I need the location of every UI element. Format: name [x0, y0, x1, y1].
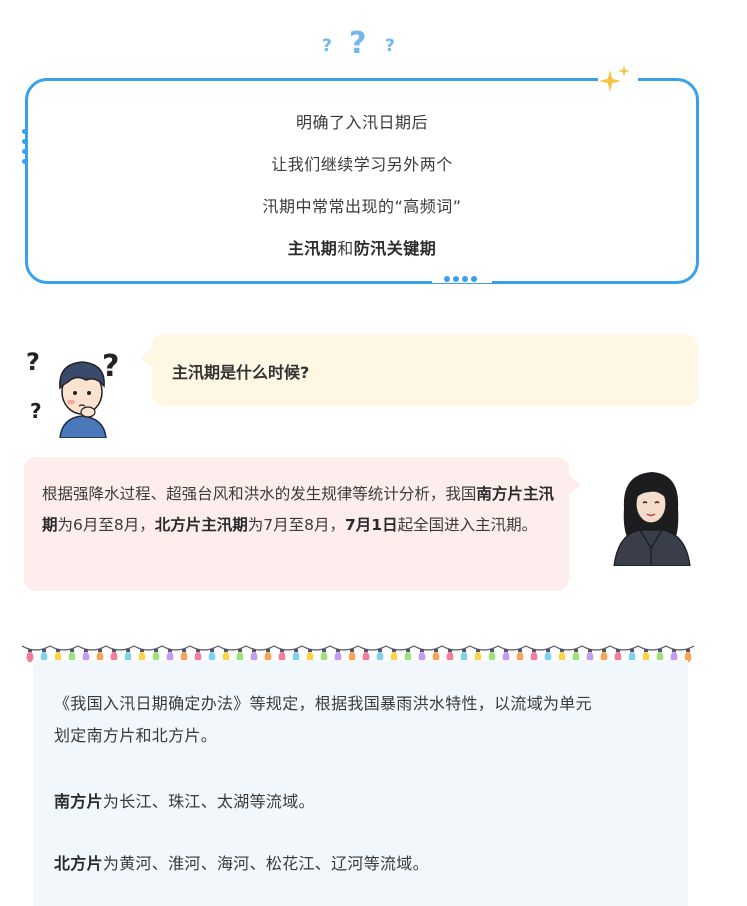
light-bulb-cap [196, 649, 200, 652]
light-bulb-cap [336, 649, 340, 652]
light-bulb-cap [238, 649, 242, 652]
light-bulb-cap [588, 649, 592, 652]
light-bulb-cap [672, 649, 676, 652]
light-bulb-cap [532, 649, 536, 652]
south-region-line: 南方片为长江、珠江、太湖等流域。 [54, 788, 315, 812]
intro-line-4: 主汛期和防汛关键期 [28, 235, 696, 259]
intro-line-1: 明确了入汛日期后 [295, 113, 428, 132]
light-bulb-cap [518, 649, 522, 652]
answer-start-date: 7月1日 [345, 516, 398, 534]
small-question-mark-icon: ? [322, 36, 332, 56]
answer-part-4: 起全国进入主汛期。 [397, 516, 538, 534]
light-bulb-cap [406, 649, 410, 652]
svg-text:?: ? [26, 348, 40, 376]
answer-bubble: 根据强降水过程、超强台风和洪水的发生规律等统计分析，我国南方片主汛期为6月至8月… [24, 457, 581, 591]
north-region-label: 北方片 [54, 854, 103, 873]
light-bulb-cap [686, 649, 690, 652]
light-bulb-cap [616, 649, 620, 652]
light-bulb-cap [350, 649, 354, 652]
light-bulb-cap [112, 649, 116, 652]
light-bulb-cap [28, 649, 32, 652]
north-region-text: 为黄河、淮河、海河、松花江、辽河等流域。 [102, 854, 429, 873]
answer-text: 根据强降水过程、超强台风和洪水的发生规律等统计分析，我国南方片主汛期为6月至8月… [42, 479, 554, 541]
answer-part-2: 为6月至8月， [57, 516, 155, 534]
answer-part-3: 为7月至8月， [247, 516, 345, 534]
light-bulb-cap [56, 649, 60, 652]
light-bulb-cap [84, 649, 88, 652]
light-bulb-cap [434, 649, 438, 652]
light-bulb-cap [658, 649, 662, 652]
light-bulb-cap [308, 649, 312, 652]
light-bulb-cap [266, 649, 270, 652]
light-bulb-cap [126, 649, 130, 652]
intro-line-2: 让我们继续学习另外两个 [271, 155, 453, 174]
light-bulb-cap [644, 649, 648, 652]
light-bulb-cap [154, 649, 158, 652]
south-region-text: 为长江、珠江、太湖等流域。 [102, 792, 315, 811]
light-bulb-cap [322, 649, 326, 652]
light-bulb-cap [294, 649, 298, 652]
svg-text:?: ? [30, 399, 42, 423]
light-bulb-cap [378, 649, 382, 652]
answer-north-term: 北方片主汛期 [154, 516, 248, 534]
light-bulb-cap [490, 649, 494, 652]
woman-avatar [613, 472, 691, 566]
light-bulb-cap [140, 649, 144, 652]
light-bulb-cap [448, 649, 452, 652]
term-connector: 和 [337, 239, 354, 258]
question-bubble: 主汛期是什么时候? [140, 334, 698, 406]
light-bulb-cap [70, 649, 74, 652]
intro-card: 明确了入汛日期后 让我们继续学习另外两个 汛期中常常出现的“高频词” 主汛期和防… [25, 78, 699, 284]
light-bulb-cap [574, 649, 578, 652]
info-panel: 《我国入汛日期确定办法》等规定，根据我国暴雨洪水特性，以流域为单元 划定南方片和… [33, 660, 688, 906]
question-text: 主汛期是什么时候? [172, 363, 310, 382]
light-bulb-cap [168, 649, 172, 652]
small-question-mark-icon: ? [385, 36, 395, 56]
light-bulb-cap [504, 649, 508, 652]
light-bulb-cap [546, 649, 550, 652]
info-line-1: 《我国入汛日期确定办法》等规定，根据我国暴雨洪水特性，以流域为单元 [54, 694, 592, 713]
light-bulb-cap [462, 649, 466, 652]
light-bulb-cap [224, 649, 228, 652]
light-bulb-cap [98, 649, 102, 652]
large-question-mark-icon: ? [349, 26, 367, 61]
light-bulb-cap [280, 649, 284, 652]
north-region-line: 北方片为黄河、淮河、海河、松花江、辽河等流域。 [54, 850, 429, 874]
term-main-flood-season: 主汛期 [287, 239, 338, 258]
light-bulb-cap [476, 649, 480, 652]
answer-part-1: 根据强降水过程、超强台风和洪水的发生规律等统计分析，我国 [42, 485, 477, 503]
south-region-label: 南方片 [54, 792, 103, 811]
info-line-2: 划定南方片和北方片。 [54, 726, 218, 745]
light-bulb-cap [364, 649, 368, 652]
light-bulb-cap [630, 649, 634, 652]
light-bulb-cap [602, 649, 606, 652]
thinking-boy-avatar: ? ? ? [26, 348, 119, 438]
light-bulb-cap [560, 649, 564, 652]
term-critical-flood-period: 防汛关键期 [353, 239, 437, 258]
light-bulb-cap [420, 649, 424, 652]
light-bulb-cap [182, 649, 186, 652]
light-bulb-cap [210, 649, 214, 652]
light-bulb-cap [392, 649, 396, 652]
light-bulb-cap [252, 649, 256, 652]
intro-line-3: 汛期中常常出现的“高频词” [262, 197, 462, 216]
sparkle-icon [599, 65, 630, 92]
light-bulb-cap [42, 649, 46, 652]
